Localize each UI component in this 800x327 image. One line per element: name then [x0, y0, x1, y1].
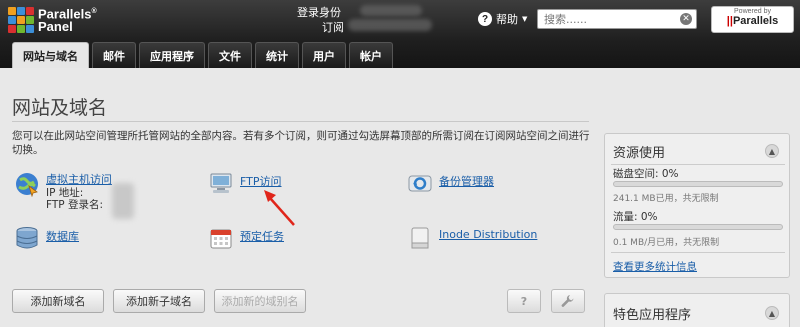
scheduled-tasks-link[interactable]: 预定任务 [240, 228, 284, 251]
databases-link[interactable]: 数据库 [46, 228, 79, 251]
server-box-icon [411, 227, 429, 249]
parallels-logo-icon [8, 7, 34, 33]
ftp-login-label: FTP 登录名: [46, 199, 103, 211]
featured-apps-panel: 特色应用程序 ▲ [604, 293, 790, 327]
resource-usage-panel: 资源使用 ▲ 磁盘空间: 0% 241.1 MB已用，共无限制 流量: 0% 0… [604, 133, 790, 278]
backup-drive-icon [408, 175, 432, 192]
page-description: 您可以在此网站空间管理所托管网站的全部内容。若有多个订阅，则可通过勾选屏幕顶部的… [12, 130, 590, 156]
disk-space-label: 磁盘空间: 0% [613, 168, 679, 180]
add-subdomain-button[interactable]: 添加新子域名 [113, 289, 205, 313]
redacted-username [360, 5, 422, 16]
login-identity-label: 登录身份 [297, 6, 341, 19]
featured-apps-title: 特色应用程序 [613, 308, 692, 323]
top-header: Parallels® Panel 登录身份 订阅 ? 帮助 ▼ ✕ Powere… [0, 0, 800, 68]
redacted-subscription[interactable] [348, 19, 432, 31]
add-alias-button[interactable]: 添加新的域别名 [214, 289, 306, 313]
traffic-label: 流量: 0% [613, 211, 658, 223]
title-divider [12, 121, 589, 122]
redacted-host-info [112, 183, 134, 219]
logo-line2: Panel [38, 19, 73, 35]
disk-usage-bar [613, 181, 783, 187]
help-question-button[interactable]: ? [507, 289, 541, 313]
main-tabs: 网站与域名 邮件 应用程序 文件 统计 用户 帐户 [12, 42, 393, 68]
ip-address-label: IP 地址: [46, 187, 84, 199]
backup-manager-tool: 备份管理器 [407, 170, 494, 196]
inode-distribution-link[interactable]: Inode Distribution [439, 228, 537, 251]
traffic-usage-detail: 0.1 MB/月已用，共无限制 [613, 238, 720, 248]
collapse-chevron-up-icon[interactable]: ▲ [765, 144, 779, 158]
tab-users[interactable]: 用户 [302, 42, 346, 68]
tab-applications[interactable]: 应用程序 [139, 42, 205, 68]
view-more-stats-link[interactable]: 查看更多统计信息 [613, 259, 697, 274]
settings-wrench-button[interactable] [551, 289, 585, 313]
globe-icon [16, 173, 38, 197]
traffic-usage-bar [613, 224, 783, 230]
tab-account[interactable]: 帐户 [349, 42, 393, 68]
main-content: 网站及域名 您可以在此网站空间管理所托管网站的全部内容。若有多个订阅，则可通过勾… [0, 68, 800, 327]
annotation-arrow-icon [264, 190, 295, 226]
help-label: 帮助 [496, 13, 518, 26]
inode-distribution-tool: Inode Distribution [407, 225, 537, 251]
tab-files[interactable]: 文件 [208, 42, 252, 68]
powered-by-parallels[interactable]: Powered by ||Parallels [711, 6, 794, 33]
question-icon: ? [520, 294, 528, 308]
hosting-access-tool: 虚拟主机访问 IP 地址: FTP 登录名: [14, 171, 112, 211]
disk-usage-detail: 241.1 MB已用，共无限制 [613, 194, 719, 204]
panel-divider [611, 252, 785, 253]
calendar-icon [210, 229, 232, 249]
clear-search-icon[interactable]: ✕ [680, 13, 692, 25]
collapse-chevron-up-icon[interactable]: ▲ [765, 306, 779, 320]
help-menu[interactable]: ? 帮助 ▼ [478, 11, 527, 27]
backup-manager-link[interactable]: 备份管理器 [439, 173, 494, 196]
subscription-label: 订阅 [322, 21, 344, 34]
database-icon [16, 227, 38, 249]
tab-mail[interactable]: 邮件 [92, 42, 136, 68]
databases-tool: 数据库 [14, 225, 79, 251]
tab-statistics[interactable]: 统计 [255, 42, 299, 68]
resource-usage-title: 资源使用 [613, 146, 666, 161]
add-domain-button[interactable]: 添加新域名 [12, 289, 104, 313]
powered-by-text: Powered by [734, 8, 771, 15]
tab-websites-domains[interactable]: 网站与域名 [12, 42, 89, 68]
help-icon: ? [478, 12, 492, 26]
parallels-panel-logo[interactable]: Parallels® Panel [8, 5, 108, 37]
search-box[interactable]: ✕ [537, 9, 697, 29]
hosting-access-link[interactable]: 虚拟主机访问 [46, 173, 112, 186]
search-input[interactable] [538, 10, 678, 28]
panel-divider [611, 164, 785, 165]
ftp-computer-icon [210, 173, 232, 193]
powered-brand: Parallels [732, 15, 779, 27]
page-title: 网站及域名 [12, 97, 108, 119]
scheduled-tasks-tool: 预定任务 [208, 225, 284, 251]
wrench-icon [561, 295, 574, 307]
caret-down-icon: ▼ [522, 15, 528, 23]
